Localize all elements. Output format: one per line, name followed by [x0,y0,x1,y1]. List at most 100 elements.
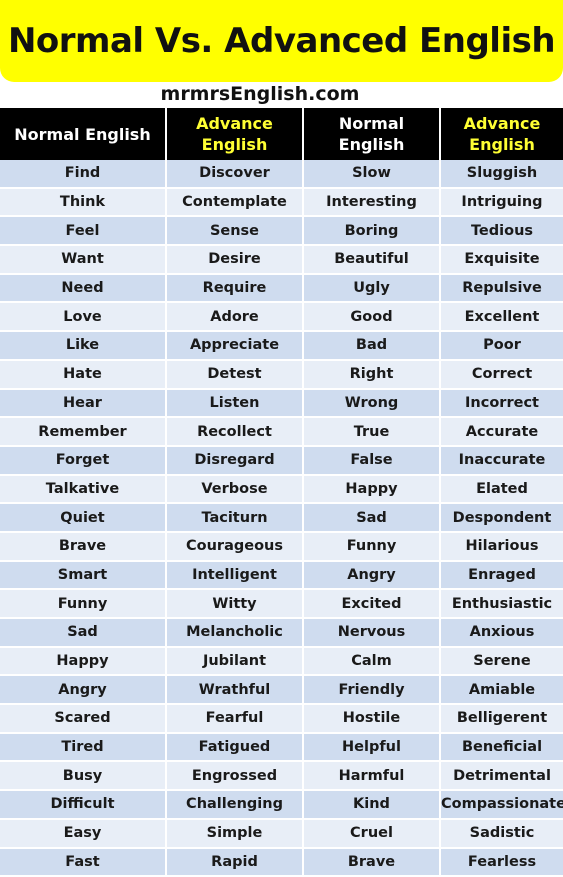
table-row: Talkative Verbose Happy Elated [0,474,563,505]
normal-word-2: Wrong [303,388,441,419]
advance-word-1: Contemplate [166,187,304,218]
advance-word-2: Serene [440,646,563,677]
header-advance-english-1: Advance English [166,108,304,160]
normal-word-1: Funny [0,589,167,619]
normal-word-2: Friendly [303,675,441,706]
normal-word-2: Happy [303,474,441,505]
normal-word-1: Difficult [0,790,167,820]
table-row: Angry Wrathful Friendly Amiable [0,675,563,706]
normal-word-1: Fast [0,847,167,877]
table-row: Forget Disregard False Inaccurate [0,445,563,476]
table-row: Fast Rapid Brave Fearless [0,847,563,877]
table-row: Feel Sense Boring Tedious [0,216,563,247]
normal-word-2: Brave [303,847,441,877]
advance-word-1: Recollect [166,417,304,447]
advance-word-1: Intelligent [166,560,304,591]
normal-word-1: Think [0,187,167,218]
advance-word-2: Compassionate [440,790,563,820]
normal-word-1: Find [0,160,167,189]
advance-word-2: Inaccurate [440,445,563,476]
normal-word-2: Harmful [303,761,441,792]
normal-word-2: Nervous [303,618,441,648]
header-normal-english-1: Normal English [0,108,167,160]
advance-word-2: Beneficial [440,732,563,763]
advance-word-1: Simple [166,818,304,849]
normal-word-1: Angry [0,675,167,706]
table-row: Scared Fearful Hostile Belligerent [0,704,563,734]
advance-word-1: Wrathful [166,675,304,706]
advance-word-2: Enraged [440,560,563,591]
normal-word-2: Right [303,359,441,390]
advance-word-1: Challenging [166,790,304,820]
advance-word-2: Hilarious [440,531,563,562]
advance-word-2: Sluggish [440,160,563,189]
normal-word-2: Ugly [303,273,441,304]
advance-word-1: Require [166,273,304,304]
advance-word-2: Detrimental [440,761,563,792]
advance-word-2: Correct [440,359,563,390]
normal-word-1: Feel [0,216,167,247]
normal-word-2: Cruel [303,818,441,849]
normal-word-1: Hear [0,388,167,419]
normal-word-1: Happy [0,646,167,677]
normal-word-1: Forget [0,445,167,476]
title-banner: Normal Vs. Advanced English [0,0,563,82]
normal-word-2: Kind [303,790,441,820]
advance-word-1: Disregard [166,445,304,476]
advance-word-1: Courageous [166,531,304,562]
advance-word-1: Fearful [166,704,304,734]
advance-word-2: Repulsive [440,273,563,304]
advance-word-1: Desire [166,245,304,275]
page-title: Normal Vs. Advanced English [7,21,556,61]
normal-word-1: Brave [0,531,167,562]
normal-word-2: Good [303,302,441,333]
table-row: Quiet Taciturn Sad Despondent [0,503,563,533]
normal-word-1: Need [0,273,167,304]
table-row: Want Desire Beautiful Exquisite [0,245,563,275]
advance-word-1: Discover [166,160,304,189]
table-body: Find Discover Slow Sluggish Think Contemplate… [0,160,563,877]
normal-word-1: Talkative [0,474,167,505]
normal-word-1: Busy [0,761,167,792]
table-row: Sad Melancholic Nervous Anxious [0,618,563,648]
normal-word-2: Sad [303,503,441,533]
normal-word-1: Remember [0,417,167,447]
advance-word-1: Appreciate [166,331,304,361]
advance-word-1: Rapid [166,847,304,877]
normal-word-2: Interesting [303,187,441,218]
table-row: Need Require Ugly Repulsive [0,273,563,304]
normal-word-1: Tired [0,732,167,763]
normal-word-1: Smart [0,560,167,591]
advance-word-1: Adore [166,302,304,333]
advance-word-1: Melancholic [166,618,304,648]
normal-word-2: False [303,445,441,476]
normal-word-2: Bad [303,331,441,361]
table-row: Like Appreciate Bad Poor [0,331,563,361]
advance-word-2: Fearless [440,847,563,877]
advance-word-2: Belligerent [440,704,563,734]
table-row: Find Discover Slow Sluggish [0,160,563,189]
advance-word-2: Excellent [440,302,563,333]
table-row: Hate Detest Right Correct [0,359,563,390]
advance-word-2: Exquisite [440,245,563,275]
advance-word-2: Despondent [440,503,563,533]
advance-word-1: Engrossed [166,761,304,792]
advance-word-2: Amiable [440,675,563,706]
normal-word-2: Funny [303,531,441,562]
normal-word-2: Helpful [303,732,441,763]
table-row: Love Adore Good Excellent [0,302,563,333]
advance-word-2: Sadistic [440,818,563,849]
advance-word-2: Intriguing [440,187,563,218]
table-row: Hear Listen Wrong Incorrect [0,388,563,419]
advance-word-2: Elated [440,474,563,505]
advance-word-1: Fatigued [166,732,304,763]
advance-word-1: Verbose [166,474,304,505]
advance-word-2: Incorrect [440,388,563,419]
table-row: Brave Courageous Funny Hilarious [0,531,563,562]
advance-word-1: Taciturn [166,503,304,533]
table-row: Easy Simple Cruel Sadistic [0,818,563,849]
normal-word-2: Beautiful [303,245,441,275]
advance-word-1: Sense [166,216,304,247]
table-header-row: Normal English Advance English Normal En… [0,108,563,160]
website-label: mrmrsEnglish.com [160,83,360,105]
